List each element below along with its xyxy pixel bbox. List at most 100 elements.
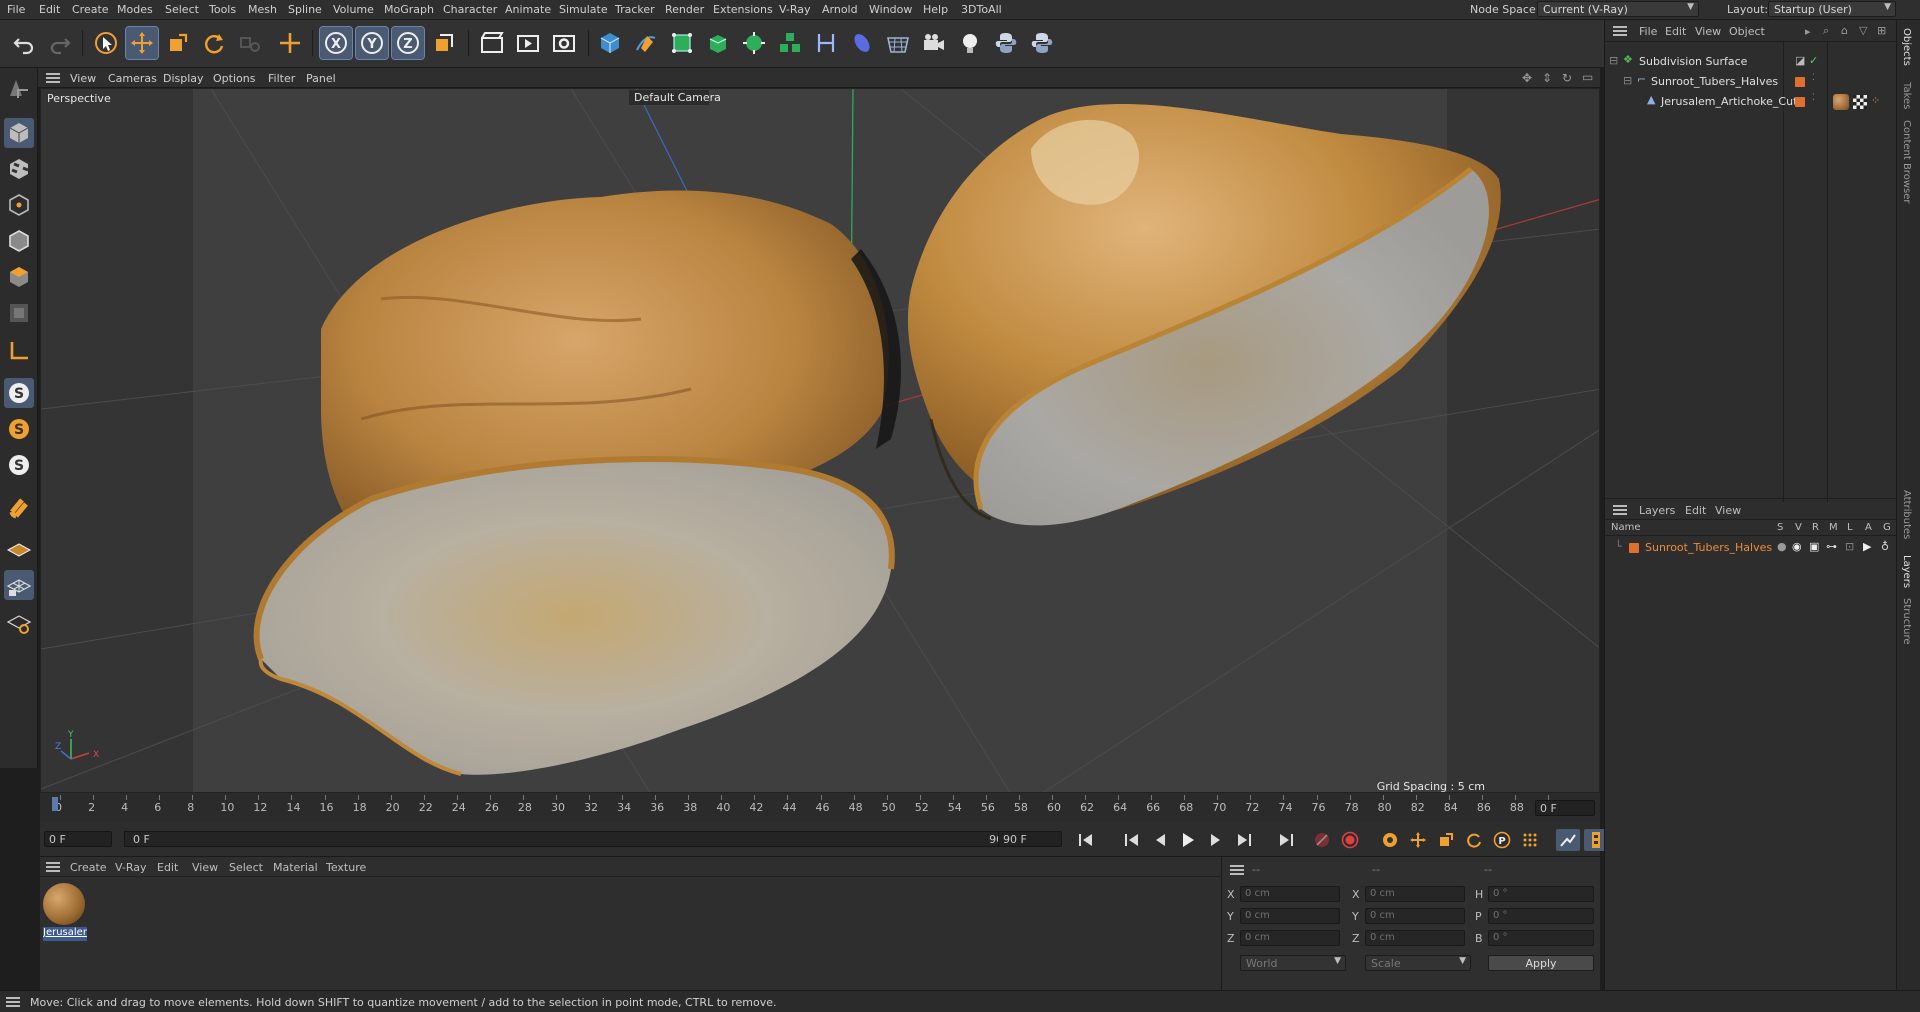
record-active-objects-button[interactable] (1310, 829, 1334, 851)
menu-extensions[interactable]: Extensions (713, 3, 773, 16)
previous-frame-button[interactable] (1148, 829, 1172, 851)
viewport-menu-cameras[interactable]: Cameras (108, 72, 157, 85)
menu-tools[interactable]: Tools (209, 3, 236, 16)
playhead-marker[interactable] (52, 797, 58, 811)
rot-b-field[interactable]: 0 ° (1488, 930, 1594, 946)
render-picture-viewer-button[interactable] (512, 27, 544, 59)
layer-flag-visible[interactable]: V (1795, 522, 1802, 533)
render-settings-button[interactable] (548, 27, 580, 59)
edges-mode-button[interactable] (4, 226, 34, 256)
layer-menu-view[interactable]: View (1715, 504, 1741, 517)
rot-p-field[interactable]: 0 ° (1488, 908, 1594, 924)
object-row-jerusalem-artichoke-cut[interactable]: ▲ Jerusalem_Artichoke_Cut ⁚ ⁘ (1605, 92, 1897, 112)
hamburger-icon[interactable] (6, 997, 20, 1007)
material-menu-view[interactable]: View (192, 861, 218, 874)
current-frame-field[interactable]: 0 F (1535, 800, 1595, 816)
move-tool-button[interactable] (125, 26, 159, 60)
hamburger-icon[interactable] (1613, 26, 1627, 36)
tab-layers[interactable]: Layers (1901, 555, 1912, 588)
redo-button[interactable] (44, 27, 76, 59)
material-tag-icon[interactable] (1833, 94, 1849, 110)
move-view-icon[interactable]: ✥ (1522, 71, 1532, 85)
coordinate-space-select[interactable]: World ▼ (1240, 955, 1346, 971)
rotation-key-button[interactable] (1462, 829, 1486, 851)
viewport-menu-filter[interactable]: Filter (268, 72, 295, 85)
apply-button[interactable]: Apply (1488, 955, 1594, 971)
object-row-sunroot-tubers-halves[interactable]: ⊟ ⌐ Sunroot_Tubers_Halves ⁚ (1605, 72, 1897, 92)
object-menu-edit[interactable]: Edit (1665, 25, 1686, 38)
generator-icon[interactable]: ♁ (1881, 540, 1889, 553)
more-arrow-icon[interactable]: ▸ (1805, 25, 1811, 38)
menu-spline[interactable]: Spline (288, 3, 322, 16)
frame-range-slider[interactable]: 0 F 90 F (124, 831, 1024, 847)
next-key-button[interactable] (1232, 829, 1256, 851)
tab-structure[interactable]: Structure (1901, 598, 1912, 645)
size-x-field[interactable]: 0 cm (1365, 886, 1465, 902)
size-z-field[interactable]: 0 cm (1365, 930, 1465, 946)
model-mode-button[interactable] (4, 118, 34, 148)
collapse-icon[interactable]: ⊟ (1609, 54, 1618, 67)
perspective-viewport[interactable]: Perspective Default Camera Grid Spacing … (40, 88, 1600, 793)
layer-menu-layers[interactable]: Layers (1639, 504, 1675, 517)
material-menu-vray[interactable]: V-Ray (115, 861, 147, 874)
grid-plane-button[interactable] (4, 608, 34, 638)
menu-mograph[interactable]: MoGraph (384, 3, 434, 16)
menu-arnold[interactable]: Arnold (822, 3, 858, 16)
viewport-menu-panel[interactable]: Panel (306, 72, 336, 85)
layer-color-swatch[interactable] (1629, 543, 1639, 553)
menu-character[interactable]: Character (443, 3, 497, 16)
tab-content-browser[interactable]: Content Browser (1901, 120, 1912, 203)
menu-vray[interactable]: V-Ray (779, 3, 811, 16)
field-button[interactable] (846, 27, 878, 59)
layer-flag-solo[interactable]: S (1777, 522, 1783, 533)
material-menu-create[interactable]: Create (70, 861, 107, 874)
pen-spline-button[interactable] (630, 27, 662, 59)
light-button[interactable] (954, 27, 986, 59)
array-button[interactable] (774, 27, 806, 59)
maximize-view-icon[interactable]: ▭ (1582, 70, 1593, 84)
texture-tag-icon[interactable]: ⁘ (1871, 94, 1880, 107)
size-y-field[interactable]: 0 cm (1365, 908, 1465, 924)
menu-edit[interactable]: Edit (39, 3, 60, 16)
tab-objects[interactable]: Objects (1901, 28, 1912, 66)
eye-icon[interactable]: ◉ (1792, 540, 1802, 553)
pos-z-field[interactable]: 0 cm (1240, 930, 1340, 946)
layer-row[interactable]: └ Sunroot_Tubers_Halves ● ◉ ▣ ⊶ ⊡ ▶ ♁ (1605, 538, 1897, 558)
layer-color-icon[interactable] (1795, 77, 1805, 87)
material-menu-edit[interactable]: Edit (157, 861, 178, 874)
material-menu-texture[interactable]: Texture (326, 861, 366, 874)
visibility-dots-icon[interactable]: ⁚ (1812, 93, 1815, 103)
go-to-start-button[interactable] (1074, 829, 1098, 851)
point-level-animation-button[interactable] (1518, 829, 1542, 851)
floor-button[interactable] (882, 27, 914, 59)
menu-help[interactable]: Help (923, 3, 948, 16)
autokey-button[interactable] (1338, 829, 1362, 851)
layer-flag-animation[interactable]: A (1865, 522, 1872, 533)
magnet-button[interactable] (4, 492, 34, 522)
layer-flag-locked[interactable]: L (1847, 522, 1853, 533)
previous-key-button[interactable] (1120, 829, 1144, 851)
recent-tool-button[interactable] (234, 27, 266, 59)
lock-icon[interactable]: ⊡ (1845, 540, 1854, 553)
pos-y-field[interactable]: 0 cm (1240, 908, 1340, 924)
rotate-tool-button[interactable] (198, 27, 230, 59)
snap-settings-button[interactable]: S (4, 414, 34, 444)
material-menu-material[interactable]: Material (273, 861, 318, 874)
hamburger-icon[interactable] (1230, 865, 1244, 875)
render-view-button[interactable] (476, 27, 508, 59)
object-row-subdivision-surface[interactable]: ⊟ ❖ Subdivision Surface ◪ ✓ (1605, 52, 1897, 72)
parameter-key-button[interactable]: P (1490, 829, 1514, 851)
menu-3dtoall[interactable]: 3DToAll (961, 3, 1002, 16)
edit-toggle-icon[interactable]: ◪ (1795, 54, 1805, 67)
object-menu-file[interactable]: File (1639, 25, 1657, 38)
polygons-mode-button[interactable] (4, 262, 34, 292)
viewport-menu-display[interactable]: Display (163, 72, 204, 85)
viewport-menu-options[interactable]: Options (213, 72, 255, 85)
search-icon[interactable]: ⌕ (1823, 24, 1829, 38)
timeline-ruler[interactable]: 0 2 4 6 8 10 12 14 16 18 20 22 24 26 28 30 32 34 36 38 40 42 4… (40, 793, 1600, 821)
size-mode-select[interactable]: Scale ▼ (1365, 955, 1471, 971)
menu-window[interactable]: Window (869, 3, 912, 16)
material-swatch[interactable]: Jerusaler (43, 883, 87, 941)
timeline-window-button[interactable] (1556, 829, 1580, 851)
next-frame-button[interactable] (1204, 829, 1228, 851)
